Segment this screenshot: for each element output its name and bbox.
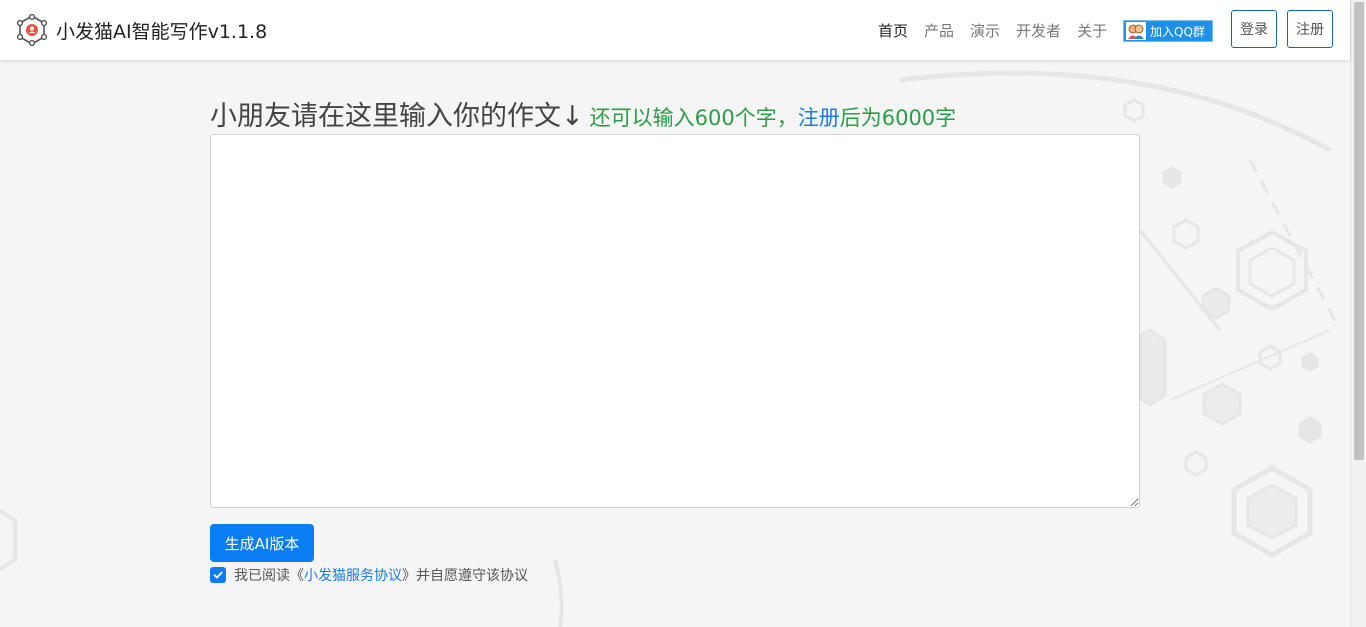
check-icon <box>213 571 223 579</box>
join-qq-group-label: 加入QQ群 <box>1150 24 1205 39</box>
register-hint-link[interactable]: 注册 <box>798 102 840 132</box>
scrollbar-thumb[interactable] <box>1354 2 1364 460</box>
nav-link-about[interactable]: 关于 <box>1077 20 1107 41</box>
login-button[interactable]: 登录 <box>1231 10 1277 48</box>
agreement-checkbox[interactable] <box>210 567 226 583</box>
service-agreement-link[interactable]: 小发猫服务协议 <box>304 565 402 585</box>
generate-ai-version-button[interactable]: 生成AI版本 <box>210 524 314 562</box>
essay-heading: 小朋友请在这里输入你的作文↓ 还可以输入600个字， 注册 后为6000字 <box>210 94 956 133</box>
register-button[interactable]: 注册 <box>1287 10 1333 48</box>
nav-link-developer[interactable]: 开发者 <box>1016 20 1061 41</box>
char-limit-hint-suffix: 后为6000字 <box>839 106 957 130</box>
agreement-row: 我已阅读《 小发猫服务协议 》并自愿遵守该协议 <box>210 565 528 585</box>
join-qq-group-badge[interactable]: 加入QQ群 <box>1123 20 1213 42</box>
brand-title: 小发猫AI智能写作v1.1.8 <box>56 20 268 43</box>
nav-link-demo[interactable]: 演示 <box>970 20 1000 41</box>
top-navbar: 小发猫AI智能写作v1.1.8 首页 产品 演示 开发者 关于 加入QQ群 登录… <box>0 0 1350 60</box>
nav-links: 首页 产品 演示 开发者 关于 <box>878 0 1123 60</box>
nav-link-home[interactable]: 首页 <box>878 20 908 41</box>
agreement-suffix: 》并自愿遵守该协议 <box>402 568 528 584</box>
nav-link-products[interactable]: 产品 <box>924 20 954 41</box>
essay-input[interactable] <box>210 134 1140 508</box>
page-scrollbar[interactable] <box>1350 0 1366 627</box>
brand[interactable]: 小发猫AI智能写作v1.1.8 <box>16 14 267 46</box>
agreement-prefix: 我已阅读《 <box>234 568 304 584</box>
brand-logo-icon <box>16 14 48 46</box>
page-title: 小朋友请在这里输入你的作文↓ <box>210 101 584 132</box>
char-limit-hint: 还可以输入600个字， <box>589 106 798 130</box>
qq-group-icon <box>1126 22 1146 40</box>
